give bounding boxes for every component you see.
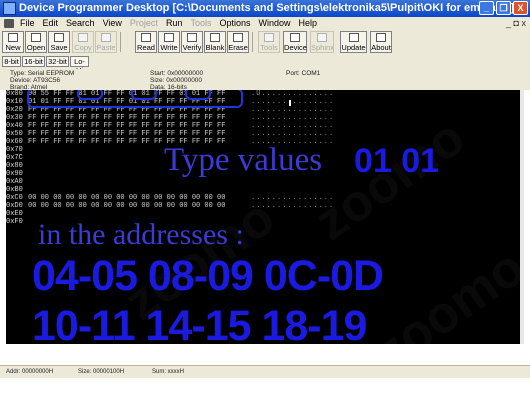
menu-help[interactable]: Help	[295, 17, 322, 30]
save-button[interactable]: Save	[48, 31, 70, 53]
read-chip-icon	[141, 33, 151, 42]
new-file-icon	[8, 33, 18, 42]
mdi-window-controls[interactable]: _ ◘ x	[506, 17, 526, 30]
sphinx-icon	[317, 33, 327, 42]
highlight-08-09	[131, 90, 157, 100]
tab-32-bit[interactable]: 32-bit	[46, 56, 69, 67]
document-menu-icon[interactable]	[4, 19, 14, 28]
hex-row[interactable]: 0xE0	[6, 210, 28, 218]
device-button[interactable]: Device	[283, 31, 307, 53]
erase-button[interactable]: Erase	[227, 31, 249, 53]
paste-button[interactable]: Paste	[95, 31, 117, 53]
write-button[interactable]: Write	[158, 31, 180, 53]
device-start: Start: 0x00000000	[150, 70, 204, 77]
hex-row[interactable]: 0x90	[6, 170, 28, 178]
hex-row[interactable]: 0x7C	[6, 154, 28, 162]
copy-button[interactable]: Copy	[72, 31, 94, 53]
minimize-button[interactable]: _	[479, 1, 494, 15]
app-icon	[3, 2, 16, 15]
tab-16-bit[interactable]: 16-bit	[22, 56, 45, 67]
close-button[interactable]: X	[513, 1, 528, 15]
highlight-04-05	[77, 90, 103, 100]
device-port: Port: COM1	[286, 70, 321, 77]
menu-file[interactable]: File	[16, 17, 39, 30]
new-button[interactable]: New	[2, 31, 24, 53]
open-button[interactable]: Open	[25, 31, 47, 53]
sphinx-button[interactable]: Sphinx	[310, 31, 334, 53]
read-button[interactable]: Read	[135, 31, 157, 53]
overlay-address-line-2: 10-11 14-15 18-19	[32, 302, 367, 344]
blank-check-icon	[210, 33, 220, 42]
status-sum: Sum: xxxxH	[152, 369, 185, 375]
text-cursor	[289, 100, 291, 106]
hex-row[interactable]: 0x70	[6, 146, 28, 154]
menu-bar: File Edit Search View Project Run Tools …	[0, 17, 530, 30]
tools-button[interactable]: Tools	[258, 31, 280, 53]
device-chip-icon	[290, 33, 300, 42]
eraser-icon	[233, 33, 243, 42]
status-address: Addr: 00000000H	[6, 369, 54, 375]
hex-row[interactable]: 0x40 FF FF FF FF FF FF FF FF FF FF FF FF …	[6, 122, 333, 130]
toolbar-separator	[120, 32, 121, 52]
update-arrows-icon	[348, 33, 359, 42]
status-bar: Addr: 00000000H Size: 00000100H Sum: xxx…	[0, 365, 530, 378]
bit-mode-bar: 8-bit 16-bit 32-bit Lo-Hi	[0, 55, 530, 75]
maximize-button[interactable]: ❐	[496, 1, 511, 15]
hex-row[interactable]: 0x80	[6, 162, 28, 170]
highlight-0c-0d	[185, 90, 211, 100]
overlay-type-values: Type values	[164, 142, 323, 178]
menu-tools[interactable]: Tools	[186, 17, 215, 30]
verify-magnifier-icon	[187, 33, 197, 42]
tools-icon	[264, 33, 274, 42]
watermark-text: zoomo	[364, 238, 524, 344]
menu-project[interactable]: Project	[126, 17, 162, 30]
blank-button[interactable]: Blank	[204, 31, 226, 53]
window-title: Device Programmer Desktop [C:\Documents …	[19, 2, 515, 14]
write-chip-icon	[164, 33, 174, 42]
floppy-disk-icon	[54, 33, 64, 42]
hex-row[interactable]: 0xD0 00 00 00 00 00 00 00 00 00 00 00 00 …	[6, 202, 333, 210]
toolbar: New Open Save Copy Paste Read Write Veri…	[0, 30, 530, 56]
hex-row[interactable]: 0xC0 00 00 00 00 00 00 00 00 00 00 00 00 …	[6, 194, 333, 202]
menu-edit[interactable]: Edit	[39, 17, 63, 30]
hex-row[interactable]: 0xA0	[6, 178, 28, 186]
hex-row[interactable]: 0xF0	[6, 218, 28, 226]
hex-row[interactable]: 0xB0	[6, 186, 28, 194]
device-type: Type: Serial EEPROM	[10, 70, 75, 77]
hex-editor[interactable]: 0x00 00 55 FF FF 01 01 FF FF 01 01 FF FF …	[6, 90, 524, 344]
device-info-panel: Type: Serial EEPROM Device: AT93C56 Bran…	[0, 69, 530, 91]
verify-button[interactable]: Verify	[181, 31, 203, 53]
menu-view[interactable]: View	[99, 17, 126, 30]
menu-search[interactable]: Search	[62, 17, 99, 30]
paste-icon	[101, 33, 111, 42]
hex-row[interactable]: 0x30 FF FF FF FF FF FF FF FF FF FF FF FF …	[6, 114, 333, 122]
status-size: Size: 00000100H	[78, 369, 125, 375]
device-name: Device: AT93C56	[10, 77, 61, 84]
title-bar: Device Programmer Desktop [C:\Documents …	[0, 0, 530, 17]
copy-icon	[78, 33, 88, 42]
overlay-value: 01 01	[354, 142, 440, 180]
tab-lo-hi[interactable]: Lo-Hi	[70, 56, 89, 75]
hex-row[interactable]: 0x50 FF FF FF FF FF FF FF FF FF FF FF FF …	[6, 130, 333, 138]
overlay-address-line-1: 04-05 08-09 0C-0D	[32, 252, 384, 300]
toolbar-separator	[252, 32, 253, 52]
window-controls: _ ❐ X	[479, 1, 528, 15]
menu-run[interactable]: Run	[162, 17, 187, 30]
about-button[interactable]: About	[370, 31, 392, 53]
update-button[interactable]: Update	[340, 31, 367, 53]
question-mark-icon	[376, 33, 386, 42]
overlay-in-addresses: in the addresses :	[38, 218, 244, 251]
open-folder-icon	[31, 33, 41, 42]
menu-window[interactable]: Window	[255, 17, 295, 30]
menu-options[interactable]: Options	[215, 17, 254, 30]
device-size: Size: 0x00000000	[150, 77, 203, 84]
tab-8-bit[interactable]: 8-bit	[2, 56, 21, 67]
